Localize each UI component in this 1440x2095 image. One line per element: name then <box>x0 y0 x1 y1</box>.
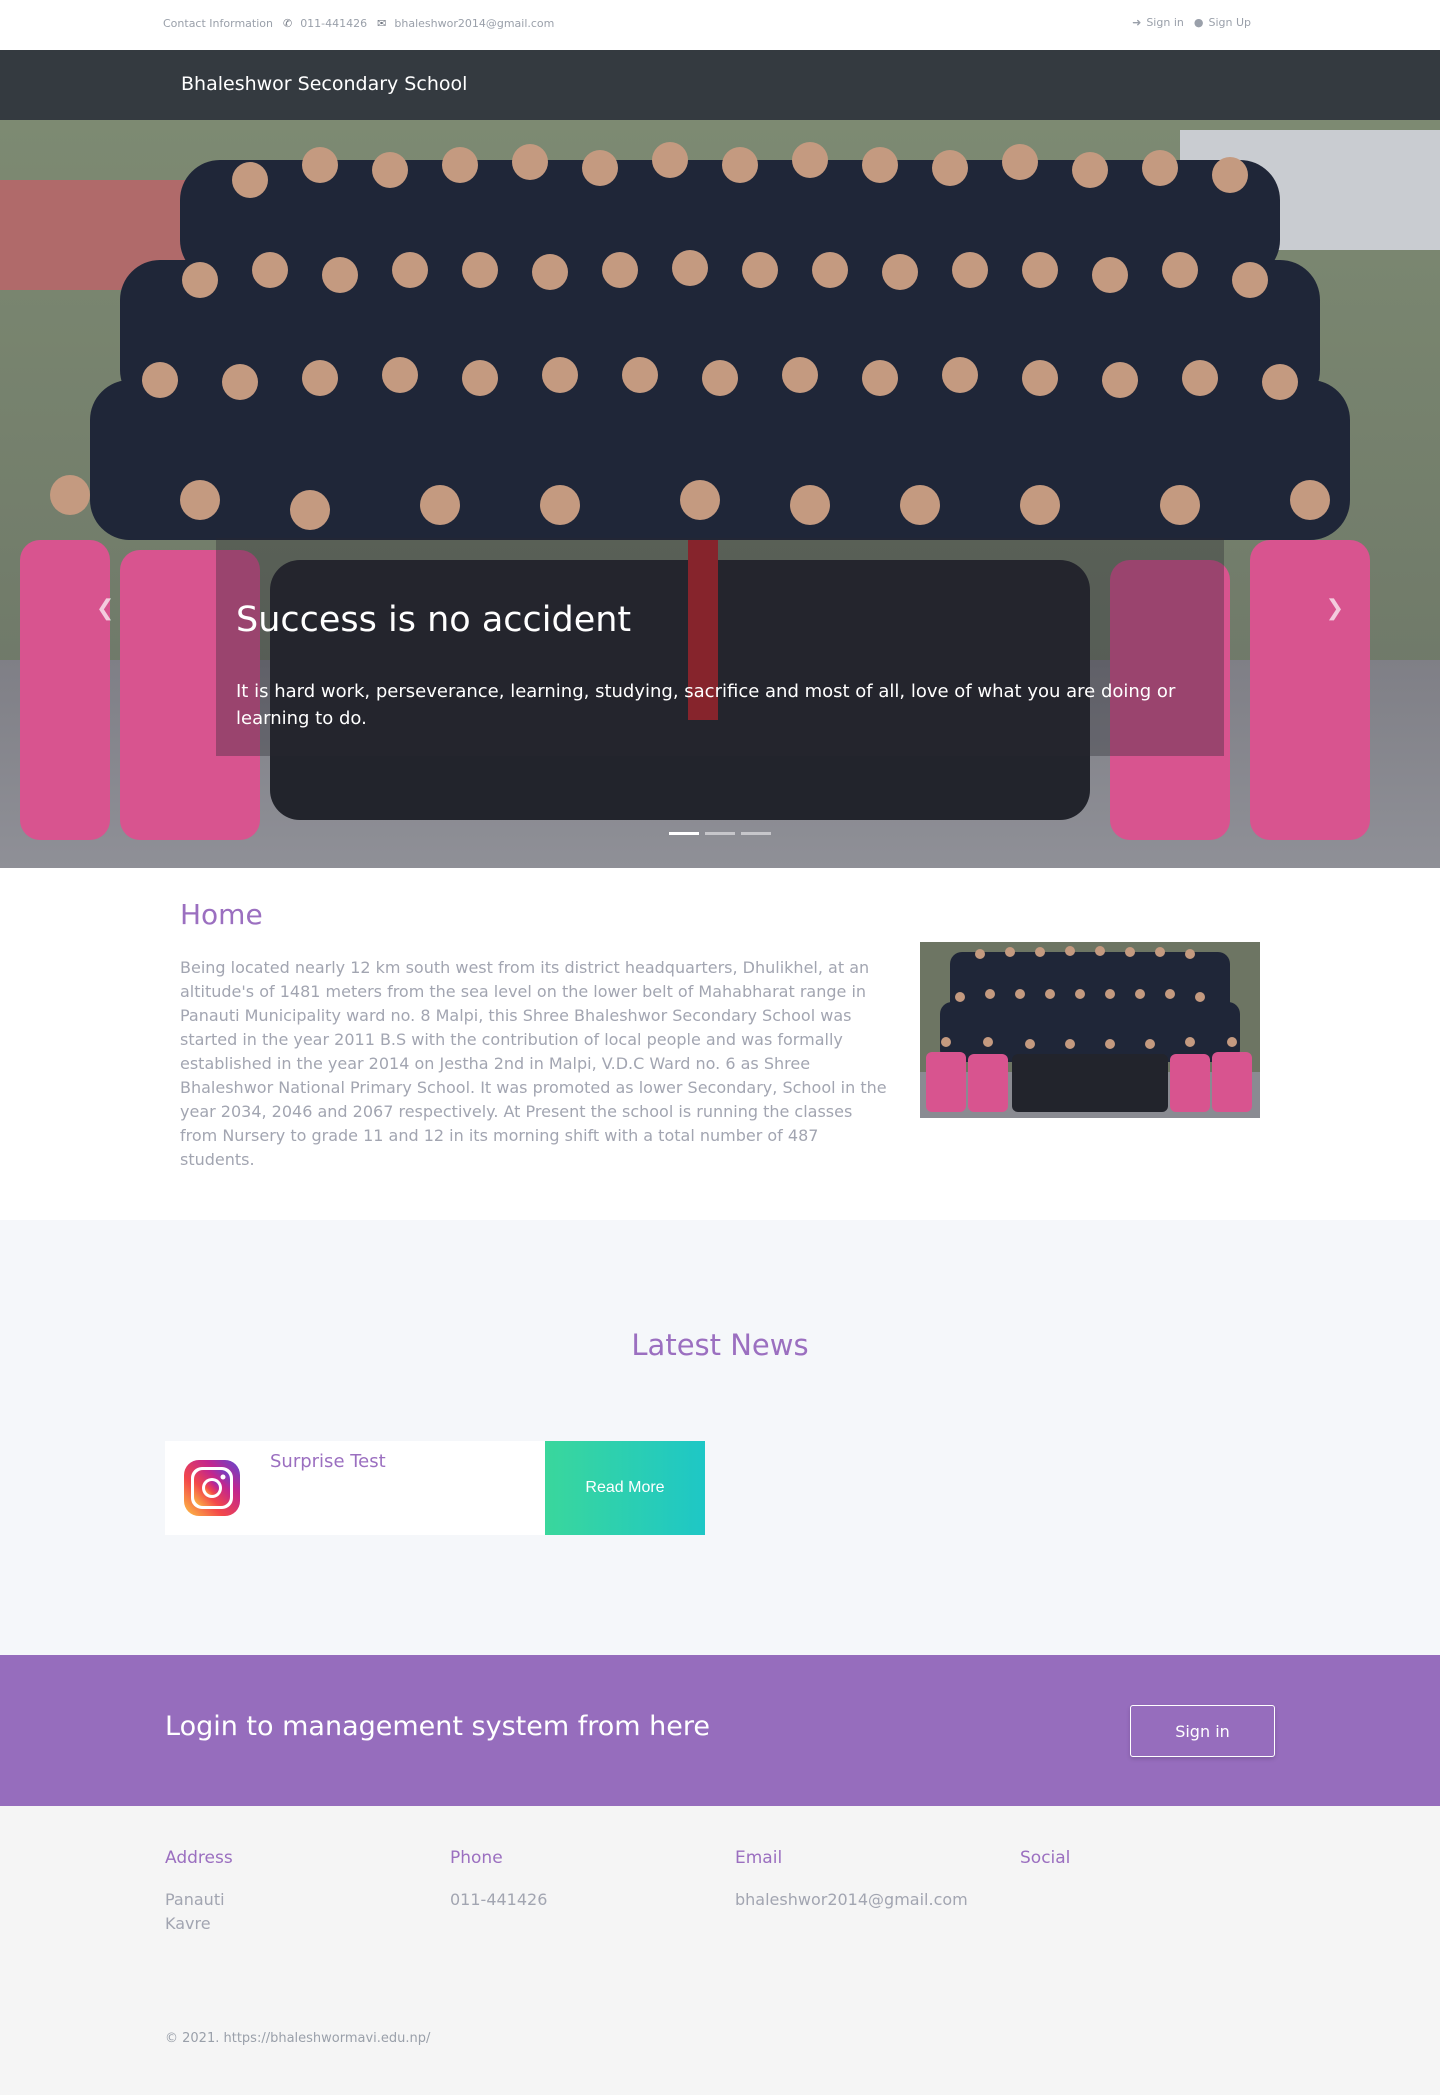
carousel-indicators <box>669 832 771 835</box>
carousel-indicator[interactable] <box>705 832 735 835</box>
contact-email[interactable]: bhaleshwor2014@gmail.com <box>394 17 554 30</box>
hero-text: It is hard work, perseverance, learning,… <box>236 681 1176 729</box>
footer-email: Email bhaleshwor2014@gmail.com <box>735 1848 995 1912</box>
home-body: Being located nearly 12 km south west fr… <box>180 958 887 1169</box>
auth-links: ➜ Sign in ● Sign Up <box>1132 16 1251 29</box>
footer-copyright: © 2021. https://bhaleshwormavi.edu.np/ <box>165 2031 431 2046</box>
instagram-icon <box>183 1459 241 1517</box>
footer-phone-number: 011-441426 <box>450 1890 548 1909</box>
news-heading: Latest News <box>631 1328 809 1362</box>
top-sign-up-link[interactable]: ● Sign Up <box>1194 16 1251 29</box>
envelope-icon: ✉ <box>377 17 387 30</box>
footer-email-heading: Email <box>735 1848 783 1868</box>
footer-social-heading: Social <box>1020 1848 1071 1868</box>
footer-social: Social <box>1020 1848 1280 1888</box>
chevron-right-icon[interactable]: ❯ <box>1326 596 1344 621</box>
home-heading: Home <box>180 898 263 931</box>
top-contact-bar: Contact Information ✆ 011-441426 ✉ bhale… <box>0 0 1440 50</box>
footer-email-address[interactable]: bhaleshwor2014@gmail.com <box>735 1888 995 1912</box>
contact-info: Contact Information ✆ 011-441426 ✉ bhale… <box>163 17 554 30</box>
phone-icon: ✆ <box>282 17 293 30</box>
navbar-brand[interactable]: Bhaleshwor Secondary School <box>181 73 467 95</box>
news-item-title[interactable]: Surprise Test <box>270 1451 386 1472</box>
news-card: Surprise Test Read More <box>165 1441 705 1535</box>
login-banner-text: Login to management system from here <box>165 1711 711 1742</box>
footer-address-line: Panauti <box>165 1890 225 1909</box>
home-photo <box>920 942 1260 1118</box>
footer-phone-heading: Phone <box>450 1848 503 1868</box>
sign-in-icon: ➜ <box>1132 16 1142 29</box>
hero-carousel: Success is no accident It is hard work, … <box>0 120 1440 868</box>
footer-address: Address Panauti Kavre <box>165 1848 425 1936</box>
footer-phone: Phone 011-441426 <box>450 1848 710 1912</box>
footer-address-heading: Address <box>165 1848 233 1868</box>
top-sign-up-label: Sign Up <box>1208 16 1251 29</box>
footer: Address Panauti Kavre Phone 011-441426 E… <box>0 1806 1440 2095</box>
login-banner: Login to management system from here Sig… <box>0 1655 1440 1806</box>
hero-title: Success is no accident <box>236 600 632 640</box>
top-sign-in-label: Sign in <box>1146 16 1184 29</box>
user-icon: ● <box>1193 16 1204 29</box>
home-section: Home Being located nearly 12 km south we… <box>0 868 1440 1220</box>
carousel-indicator[interactable] <box>741 832 771 835</box>
sign-in-button[interactable]: Sign in <box>1130 1705 1275 1757</box>
contact-label: Contact Information <box>163 17 273 30</box>
navbar: Bhaleshwor Secondary School <box>0 50 1440 120</box>
chevron-left-icon[interactable]: ❮ <box>96 596 114 621</box>
contact-phone: 011-441426 <box>300 17 368 30</box>
top-sign-in-link[interactable]: ➜ Sign in <box>1132 16 1184 29</box>
read-more-button[interactable]: Read More <box>545 1441 705 1535</box>
footer-address-line: Kavre <box>165 1914 211 1933</box>
carousel-indicator[interactable] <box>669 832 699 835</box>
latest-news-section: Latest News Surprise Test Read More <box>0 1220 1440 1655</box>
